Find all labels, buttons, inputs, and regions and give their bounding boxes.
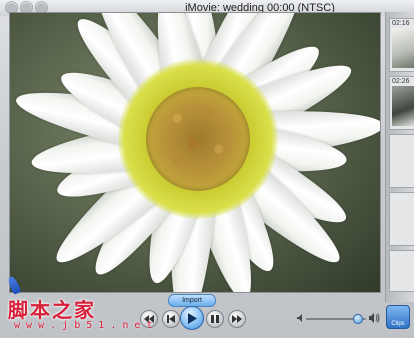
clip-time: 02:26	[392, 78, 410, 85]
fast-forward-button[interactable]	[228, 310, 246, 328]
clips-button-label: Clips	[391, 321, 405, 327]
play-icon	[188, 312, 197, 324]
volume-slider-knob[interactable]	[353, 314, 363, 324]
clip-slot-empty[interactable]	[389, 250, 414, 292]
clip-slot[interactable]: 02:16	[389, 18, 414, 72]
clip-slot-empty[interactable]	[389, 192, 414, 246]
watermark-text: 脚本之家	[8, 298, 96, 322]
pause-icon	[211, 315, 219, 323]
clips-pane[interactable]: 02:16 02:26	[385, 12, 414, 302]
fast-forward-icon	[232, 315, 242, 323]
clip-slot[interactable]: 02:26	[389, 76, 414, 130]
pause-button[interactable]	[206, 310, 224, 328]
home-icon	[167, 315, 175, 323]
clip-thumbnail	[392, 86, 414, 126]
volume-high-icon	[369, 313, 380, 323]
home-button[interactable]	[162, 310, 180, 328]
flower-disc	[146, 87, 250, 191]
imovie-window: iMovie: wedding 00:00 (NTSC) 02:16 02:26…	[0, 0, 414, 338]
clip-time: 02:16	[392, 20, 410, 27]
clip-thumbnail	[392, 28, 414, 68]
clip-slot-empty[interactable]	[389, 134, 414, 188]
monitor-viewer[interactable]	[9, 12, 381, 293]
volume-low-icon	[297, 314, 302, 322]
watermark-url: w w w . j b 5 1 . n e t	[14, 320, 153, 331]
play-button[interactable]	[180, 306, 204, 330]
clips-button[interactable]: Clips	[386, 305, 410, 329]
